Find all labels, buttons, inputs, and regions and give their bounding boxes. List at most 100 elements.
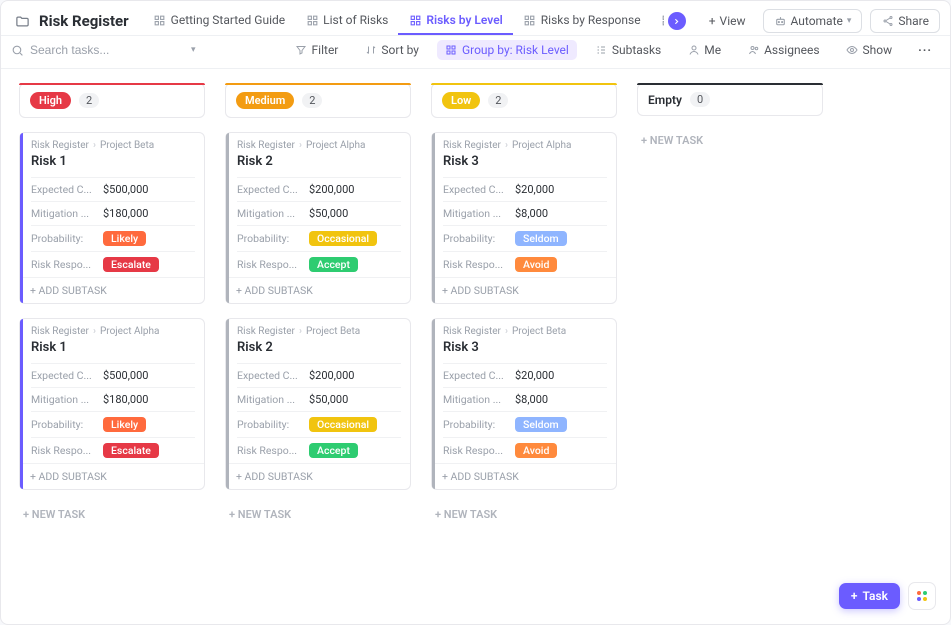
column-medium: Medium2 Risk Register›Project Alpha Risk 2… — [225, 83, 411, 525]
add-subtask-button[interactable]: + ADD SUBTASK — [20, 277, 204, 303]
new-task-button[interactable]: + Task — [839, 583, 900, 609]
eye-icon — [846, 44, 859, 57]
column-header-low[interactable]: Low 2 — [431, 83, 617, 118]
field-label: Expected C... — [237, 369, 303, 382]
task-title: Risk 2 — [237, 154, 401, 169]
task-card[interactable]: Risk Register›Project Alpha Risk 2 Expecte… — [225, 132, 411, 304]
breadcrumb: Risk Register›Project Alpha — [443, 140, 607, 151]
view-tab-4[interactable]: Risks by Status — [651, 7, 664, 35]
task-card[interactable]: Risk Register›Project AlphaRisk 3Expecte… — [431, 132, 617, 304]
response-tag: Avoid — [515, 443, 557, 458]
board-icon — [305, 13, 319, 27]
board: High2Risk Register›Project BetaRisk 1Exp… — [1, 69, 950, 624]
breadcrumb: Risk Register›Project Alpha — [237, 140, 401, 151]
assignees-button[interactable]: Assignees — [739, 40, 827, 60]
add-view-button[interactable]: + View — [700, 9, 755, 33]
field-label: Probability: — [443, 232, 509, 245]
field-label: Probability: — [443, 418, 509, 431]
robot-icon — [774, 15, 787, 28]
field-value: $20,000 — [515, 369, 554, 382]
column-count: 0 — [690, 92, 710, 107]
field-value: $8,000 — [515, 393, 548, 406]
new-task-link[interactable]: + NEW TASK — [19, 504, 205, 525]
people-icon — [747, 44, 760, 57]
field-label: Probability: — [237, 232, 303, 245]
new-task-link[interactable]: + NEW TASK — [431, 504, 617, 525]
field-label: Mitigation ... — [443, 393, 509, 406]
task-card[interactable]: Risk Register›Project BetaRisk 2Expected… — [225, 318, 411, 490]
level-pill: High — [30, 92, 71, 109]
column-header-high[interactable]: High2 — [19, 83, 205, 118]
field-label: Risk Respo... — [237, 258, 303, 271]
level-label: Empty — [648, 93, 682, 107]
response-tag: Escalate — [103, 443, 159, 458]
search-container: ▾ — [11, 43, 191, 57]
response-tag: Accept — [309, 443, 358, 458]
response-tag: Escalate — [103, 257, 159, 272]
task-card[interactable]: Risk Register›Project BetaRisk 3Expected… — [431, 318, 617, 490]
probability-tag: Occasional — [309, 417, 377, 432]
breadcrumb: Risk Register›Project Beta — [443, 326, 607, 337]
me-button[interactable]: Me — [679, 40, 729, 60]
column-low: Low 2 Risk Register›Project AlphaRisk 3Exp… — [431, 83, 617, 525]
level-pill: Low — [442, 92, 480, 109]
view-tab-0[interactable]: Getting Started Guide — [143, 7, 295, 35]
task-title: Risk 3 — [443, 340, 607, 355]
probability-tag: Seldom — [515, 417, 567, 432]
column-high: High2 Risk Register›Project BetaRisk 1Exp… — [19, 83, 205, 525]
show-button[interactable]: Show — [838, 40, 901, 60]
tabs-scroll-right[interactable] — [668, 12, 686, 30]
column-header-empty[interactable]: Empty 0 — [637, 83, 823, 116]
apps-button[interactable] — [908, 582, 936, 610]
field-label: Probability: — [31, 232, 97, 245]
field-label: Probability: — [237, 418, 303, 431]
task-card[interactable]: Risk Register›Project BetaRisk 1Expected… — [19, 132, 205, 304]
subtasks-icon — [595, 44, 608, 57]
field-value: $200,000 — [309, 183, 354, 196]
response-tag: Accept — [309, 257, 358, 272]
add-subtask-button[interactable]: + ADD SUBTASK — [432, 277, 616, 303]
add-subtask-button[interactable]: + ADD SUBTASK — [432, 463, 616, 489]
page-title: Risk Register — [39, 12, 129, 30]
folder-icon[interactable] — [11, 10, 33, 32]
new-task-link[interactable]: + NEW TASK — [225, 504, 411, 525]
share-button[interactable]: Share — [870, 9, 940, 33]
add-subtask-button[interactable]: + ADD SUBTASK — [226, 463, 410, 489]
task-title: Risk 1 — [31, 340, 195, 355]
field-value: $200,000 — [309, 369, 354, 382]
view-tab-1[interactable]: List of Risks — [295, 7, 398, 35]
column-header-medium[interactable]: Medium2 — [225, 83, 411, 118]
search-input[interactable] — [30, 43, 185, 57]
add-subtask-button[interactable]: + ADD SUBTASK — [226, 277, 410, 303]
field-value: $180,000 — [103, 207, 148, 220]
subtasks-button[interactable]: Subtasks — [587, 40, 669, 60]
column-empty: Empty 0 + NEW TASK — [637, 83, 823, 151]
automate-button[interactable]: Automate ▾ — [763, 9, 863, 33]
view-tab-3[interactable]: Risks by Response — [513, 7, 651, 35]
filter-button[interactable]: Filter — [287, 40, 347, 60]
field-label: Mitigation ... — [31, 207, 97, 220]
field-value: $500,000 — [103, 183, 148, 196]
add-subtask-button[interactable]: + ADD SUBTASK — [20, 463, 204, 489]
chevron-down-icon[interactable]: ▾ — [191, 45, 196, 55]
view-tab-2[interactable]: Risks by Level — [398, 7, 512, 35]
task-card[interactable]: Risk Register›Project AlphaRisk 1Expecte… — [19, 318, 205, 490]
sortby-button[interactable]: Sort by — [356, 40, 427, 60]
task-title: Risk 1 — [31, 154, 195, 169]
field-label: Risk Respo... — [443, 444, 509, 457]
board-icon — [661, 13, 664, 27]
new-task-link[interactable]: + NEW TASK — [637, 130, 823, 151]
groupby-button[interactable]: Group by: Risk Level — [437, 40, 577, 60]
field-label: Risk Respo... — [31, 444, 97, 457]
plus-icon: + — [709, 14, 716, 28]
apps-grid-icon — [917, 591, 927, 601]
sort-icon — [364, 44, 377, 57]
probability-tag: Likely — [103, 231, 146, 246]
share-icon — [881, 15, 894, 28]
board-icon — [153, 13, 167, 27]
chevron-down-icon: ▾ — [847, 16, 852, 26]
field-label: Expected C... — [237, 183, 303, 196]
more-button[interactable]: ··· — [910, 40, 940, 60]
board-icon — [408, 13, 422, 27]
column-count: 2 — [488, 93, 508, 108]
